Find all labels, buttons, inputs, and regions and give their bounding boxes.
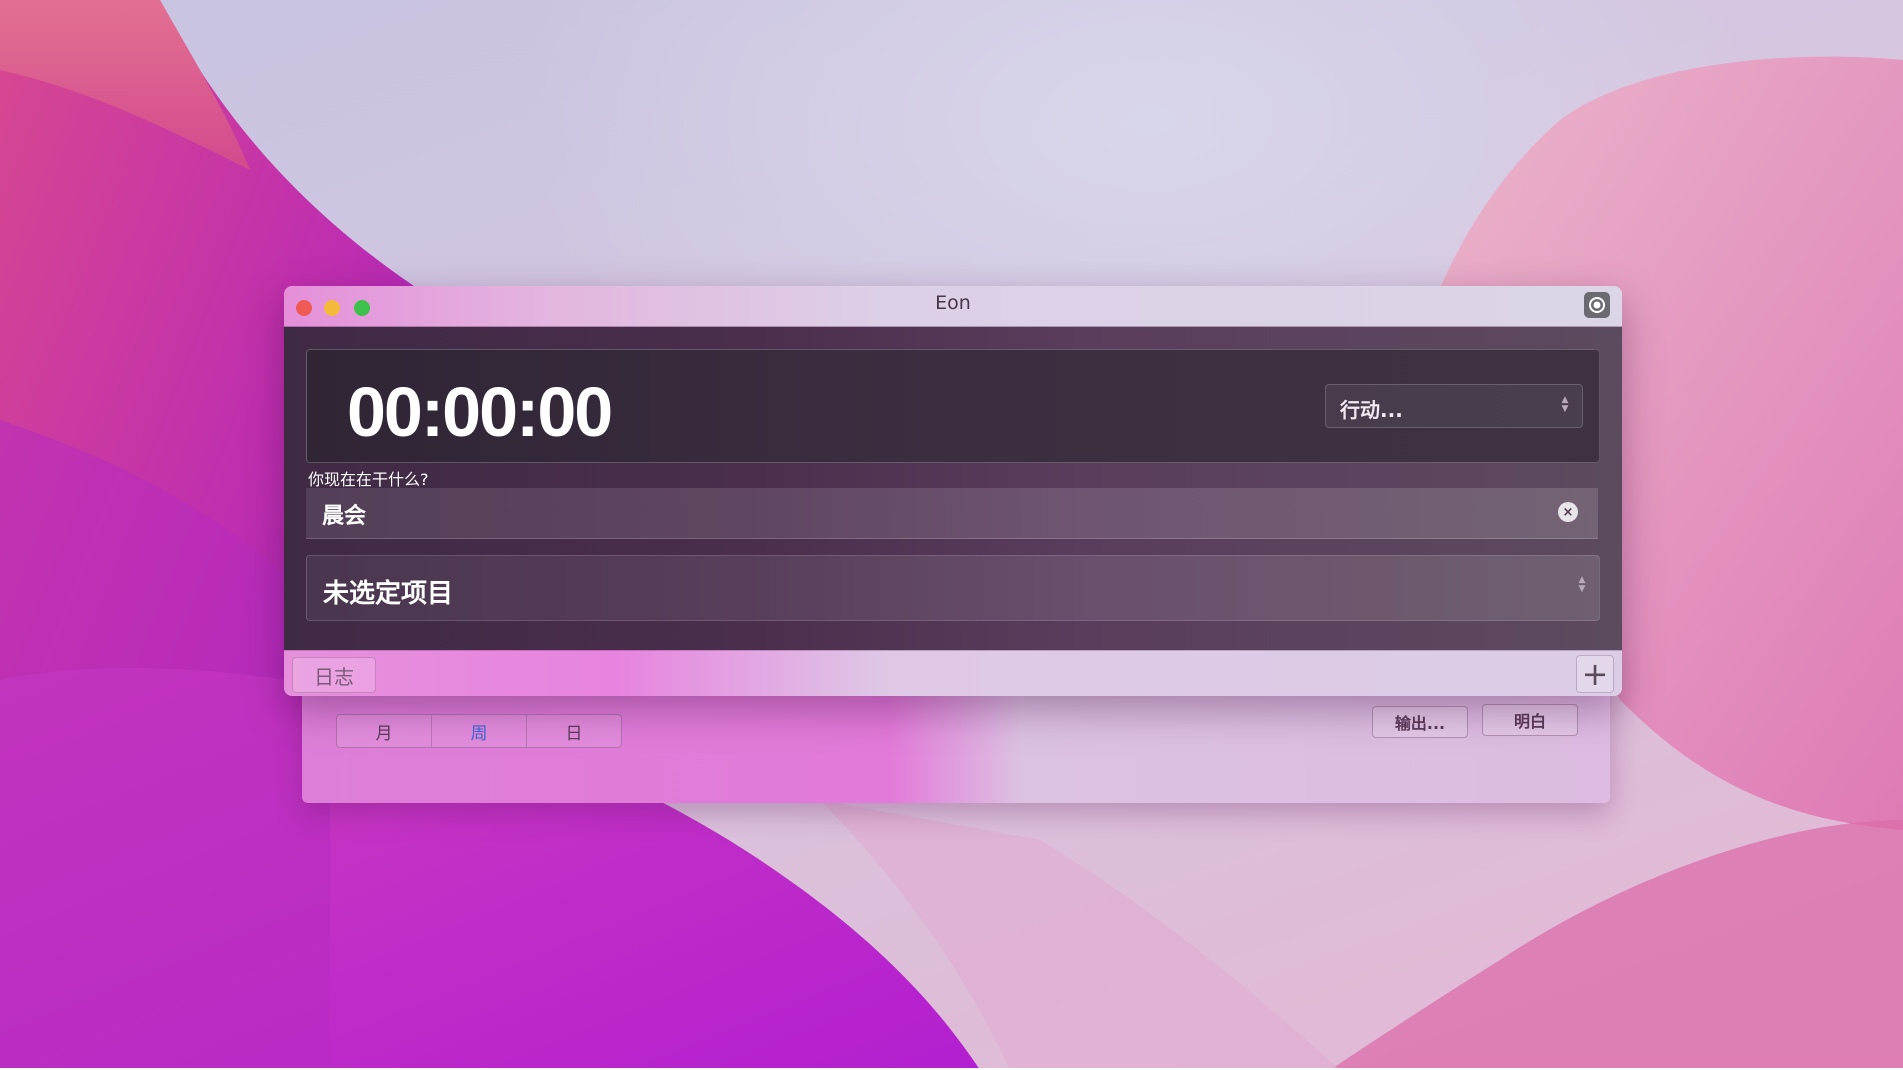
project-popup-label: 未选定项目 — [323, 579, 454, 609]
tab-month[interactable]: 月 — [337, 715, 432, 747]
log-button[interactable]: 日志 — [292, 657, 376, 693]
add-icon[interactable]: + — [1576, 655, 1614, 693]
record-circle-icon — [1589, 297, 1605, 313]
tab-day[interactable]: 日 — [527, 715, 621, 747]
action-popup-button[interactable]: 行动... ▲ ▼ — [1325, 384, 1583, 428]
timer-display: 00:00:00 — [347, 373, 613, 451]
main-window: Eon 00:00:00 行动... ▲ ▼ 你现在在干什么? 晨会 × 未选定项… — [284, 286, 1622, 696]
action-popup-label: 行动... — [1340, 398, 1403, 422]
task-input-value: 晨会 — [322, 504, 367, 529]
up-down-arrows-icon: ▲ ▼ — [1561, 395, 1569, 414]
view-range-segmented-control: 月 周 日 — [336, 714, 622, 748]
screen-record-icon[interactable] — [1584, 292, 1610, 318]
task-prompt-label: 你现在在干什么? — [308, 470, 429, 489]
clear-icon[interactable]: × — [1558, 502, 1578, 522]
timer-panel: 00:00:00 行动... ▲ ▼ — [306, 349, 1600, 463]
tab-week[interactable]: 周 — [432, 715, 527, 747]
project-popup-button[interactable]: 未选定项目 ▲ ▼ — [306, 555, 1600, 621]
window-title: Eon — [935, 292, 971, 314]
window-content: 00:00:00 行动... ▲ ▼ 你现在在干什么? 晨会 × 未选定项目 ▲ ▼ — [284, 327, 1622, 650]
export-button[interactable]: 输出... — [1372, 706, 1468, 738]
title-bar[interactable]: Eon — [284, 286, 1622, 327]
ok-button[interactable]: 明白 — [1482, 704, 1578, 736]
task-input[interactable]: 晨会 × — [306, 488, 1598, 539]
bottom-bar: 日志 + — [284, 650, 1622, 696]
up-down-arrows-icon: ▲ ▼ — [1578, 575, 1586, 594]
